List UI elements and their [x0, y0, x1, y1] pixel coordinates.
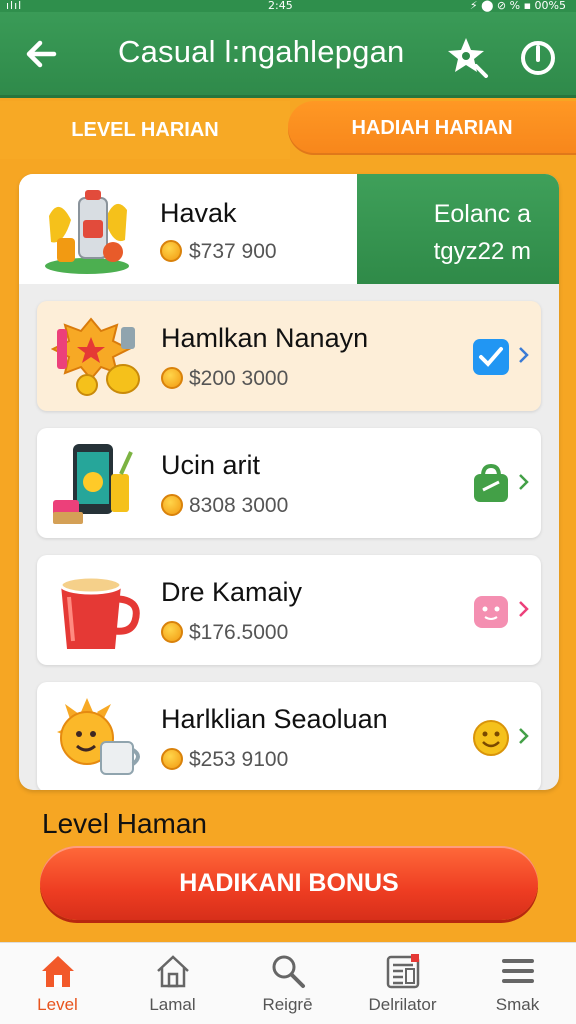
- coin-icon: [160, 240, 182, 262]
- nav-label: Level: [37, 995, 78, 1014]
- coin-icon: [161, 367, 183, 389]
- trophy-gifts-icon: [51, 317, 140, 396]
- tab-level-harian[interactable]: LEVEL HARIAN: [0, 101, 290, 159]
- chevron-right-icon: [519, 728, 529, 744]
- power-icon[interactable]: [516, 36, 560, 80]
- menu-icon: [502, 959, 534, 983]
- app-bar: Casual l:ngahlepgan: [0, 12, 576, 98]
- sun-cup-icon: [57, 698, 140, 775]
- chevron-right-icon: [519, 601, 529, 617]
- nav-label: Lamal: [149, 995, 196, 1014]
- smile-badge-icon: [473, 720, 509, 756]
- item-price: $253 9100: [189, 748, 289, 771]
- featured-name: Havak: [160, 198, 237, 228]
- nav-label: Reigrē: [262, 995, 313, 1014]
- item-price: 8308 3000: [189, 494, 289, 517]
- app-title: Casual l:ngahlepgan: [118, 34, 405, 69]
- list-item[interactable]: Ucin arit 8308 3000: [37, 428, 541, 538]
- bag-badge-icon: [474, 464, 508, 502]
- pink-box-badge-icon: [474, 596, 508, 628]
- item-price: $200 3000: [189, 367, 289, 390]
- nav-delrilator[interactable]: Delrilator: [345, 943, 460, 1024]
- featured-card[interactable]: Havak $737 900: [19, 174, 357, 284]
- status-bar: ılıl 2:45 ⚡ ⬤ ⊘ % ▪ 00%5: [0, 0, 576, 12]
- tab-bar: LEVEL HARIAN HADIAH HARIAN: [0, 101, 576, 159]
- item-name: Hamlkan Nanayn: [161, 323, 369, 353]
- list-item[interactable]: Dre Kamaiy $176.5000: [37, 555, 541, 665]
- coin-icon: [161, 621, 183, 643]
- back-arrow-icon[interactable]: [20, 32, 64, 76]
- nav-lamal[interactable]: Lamal: [115, 943, 230, 1024]
- nav-level[interactable]: Level: [0, 943, 115, 1024]
- nav-reigre[interactable]: Reigrē: [230, 943, 345, 1024]
- featured-side-line1: Eolanc a: [433, 200, 531, 228]
- reward-list-panel: Havak $737 900 Eolanc a tgyz22 m Hamlkan…: [19, 174, 559, 790]
- nav-label: Delrilator: [368, 995, 437, 1014]
- coin-icon: [161, 494, 183, 516]
- chevron-right-icon: [519, 474, 529, 490]
- home-icon: [42, 956, 74, 987]
- bonus-button[interactable]: HADIKANI BONUS: [40, 846, 538, 920]
- mug-icon: [59, 575, 140, 649]
- search-icon: [272, 955, 305, 988]
- check-badge-icon: [473, 339, 509, 375]
- nav-label: Smak: [495, 995, 540, 1014]
- signal-indicator: ılıl: [6, 0, 23, 12]
- star-favorite-icon[interactable]: [446, 34, 490, 78]
- status-icons: ⚡ ⬤ ⊘ % ▪ 00%5: [469, 0, 566, 12]
- fruit-drink-icon: [45, 190, 129, 274]
- featured-side-line2: tgyz22 m: [433, 238, 531, 265]
- coin-icon: [161, 748, 183, 770]
- phone-drink-icon: [53, 444, 133, 524]
- house-outline-icon: [157, 955, 189, 988]
- chevron-right-icon: [519, 347, 529, 363]
- item-name: Dre Kamaiy: [161, 577, 303, 607]
- item-price: $176.5000: [189, 621, 289, 644]
- status-time: 2:45: [268, 0, 293, 12]
- section-title: Level Haman: [42, 808, 207, 839]
- bottom-nav: Level Lamal Reigrē Delrilator Smak: [0, 942, 576, 1024]
- calendar-icon: [386, 954, 420, 989]
- featured-side-panel[interactable]: Eolanc a tgyz22 m: [357, 174, 559, 284]
- list-item[interactable]: Harlklian Seaoluan $253 9100: [37, 682, 541, 790]
- list-item[interactable]: Hamlkan Nanayn $200 3000: [37, 301, 541, 411]
- item-name: Ucin arit: [161, 450, 261, 480]
- featured-price: $737 900: [189, 240, 277, 263]
- tab-hadiah-harian[interactable]: HADIAH HARIAN: [288, 101, 576, 155]
- nav-smak[interactable]: Smak: [460, 943, 575, 1024]
- item-name: Harlklian Seaoluan: [161, 704, 388, 734]
